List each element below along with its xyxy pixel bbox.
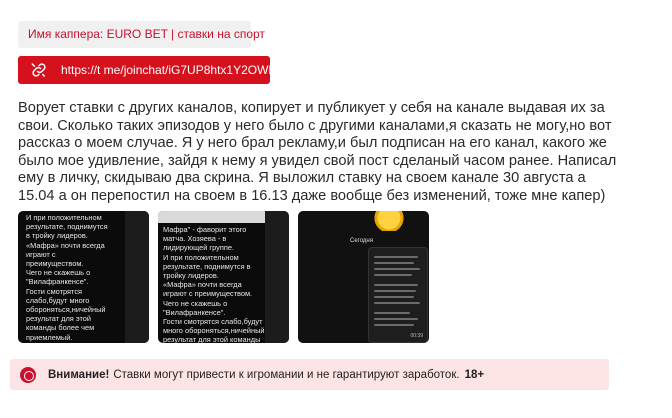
- screenshot-1-text: И при положительном результате, поднимут…: [26, 213, 108, 342]
- screenshot-2-text: Мафра" - фаворит этого матча. Хозяева - …: [163, 225, 265, 343]
- link-icon: [31, 63, 46, 77]
- age-limit-badge: 18+: [464, 368, 485, 381]
- screenshot-1[interactable]: И при положительном результате, поднимут…: [18, 211, 149, 343]
- chat-date-label: Сегодня: [350, 238, 373, 244]
- gambling-warning-banner: Внимание! Ставки могут привести к игрома…: [10, 359, 609, 390]
- warning-title: Внимание!: [48, 368, 110, 381]
- channel-link-text: https://t me/joinchat/iG7UP8htx1Y2OWMy: [61, 63, 285, 77]
- chat-message-preview: 00:39: [368, 247, 428, 343]
- hand-emoji-icon: [373, 211, 405, 231]
- warning-text: Ставки могут привести к игромании и не г…: [113, 368, 460, 381]
- capper-name-tag: Имя каппера: EURO BET | ставки на спорт: [18, 21, 265, 48]
- warning-icon: [20, 366, 36, 383]
- chat-time-label: 00:39: [410, 333, 423, 339]
- channel-link-button[interactable]: https://t me/joinchat/iG7UP8htx1Y2OWMy: [18, 56, 284, 84]
- post-body: Ворует ставки с других каналов, копирует…: [18, 100, 617, 204]
- screenshot-3[interactable]: Сегодня 00:39: [298, 211, 429, 343]
- screenshot-2[interactable]: Мафра" - фаворит этого матча. Хозяева - …: [158, 211, 289, 343]
